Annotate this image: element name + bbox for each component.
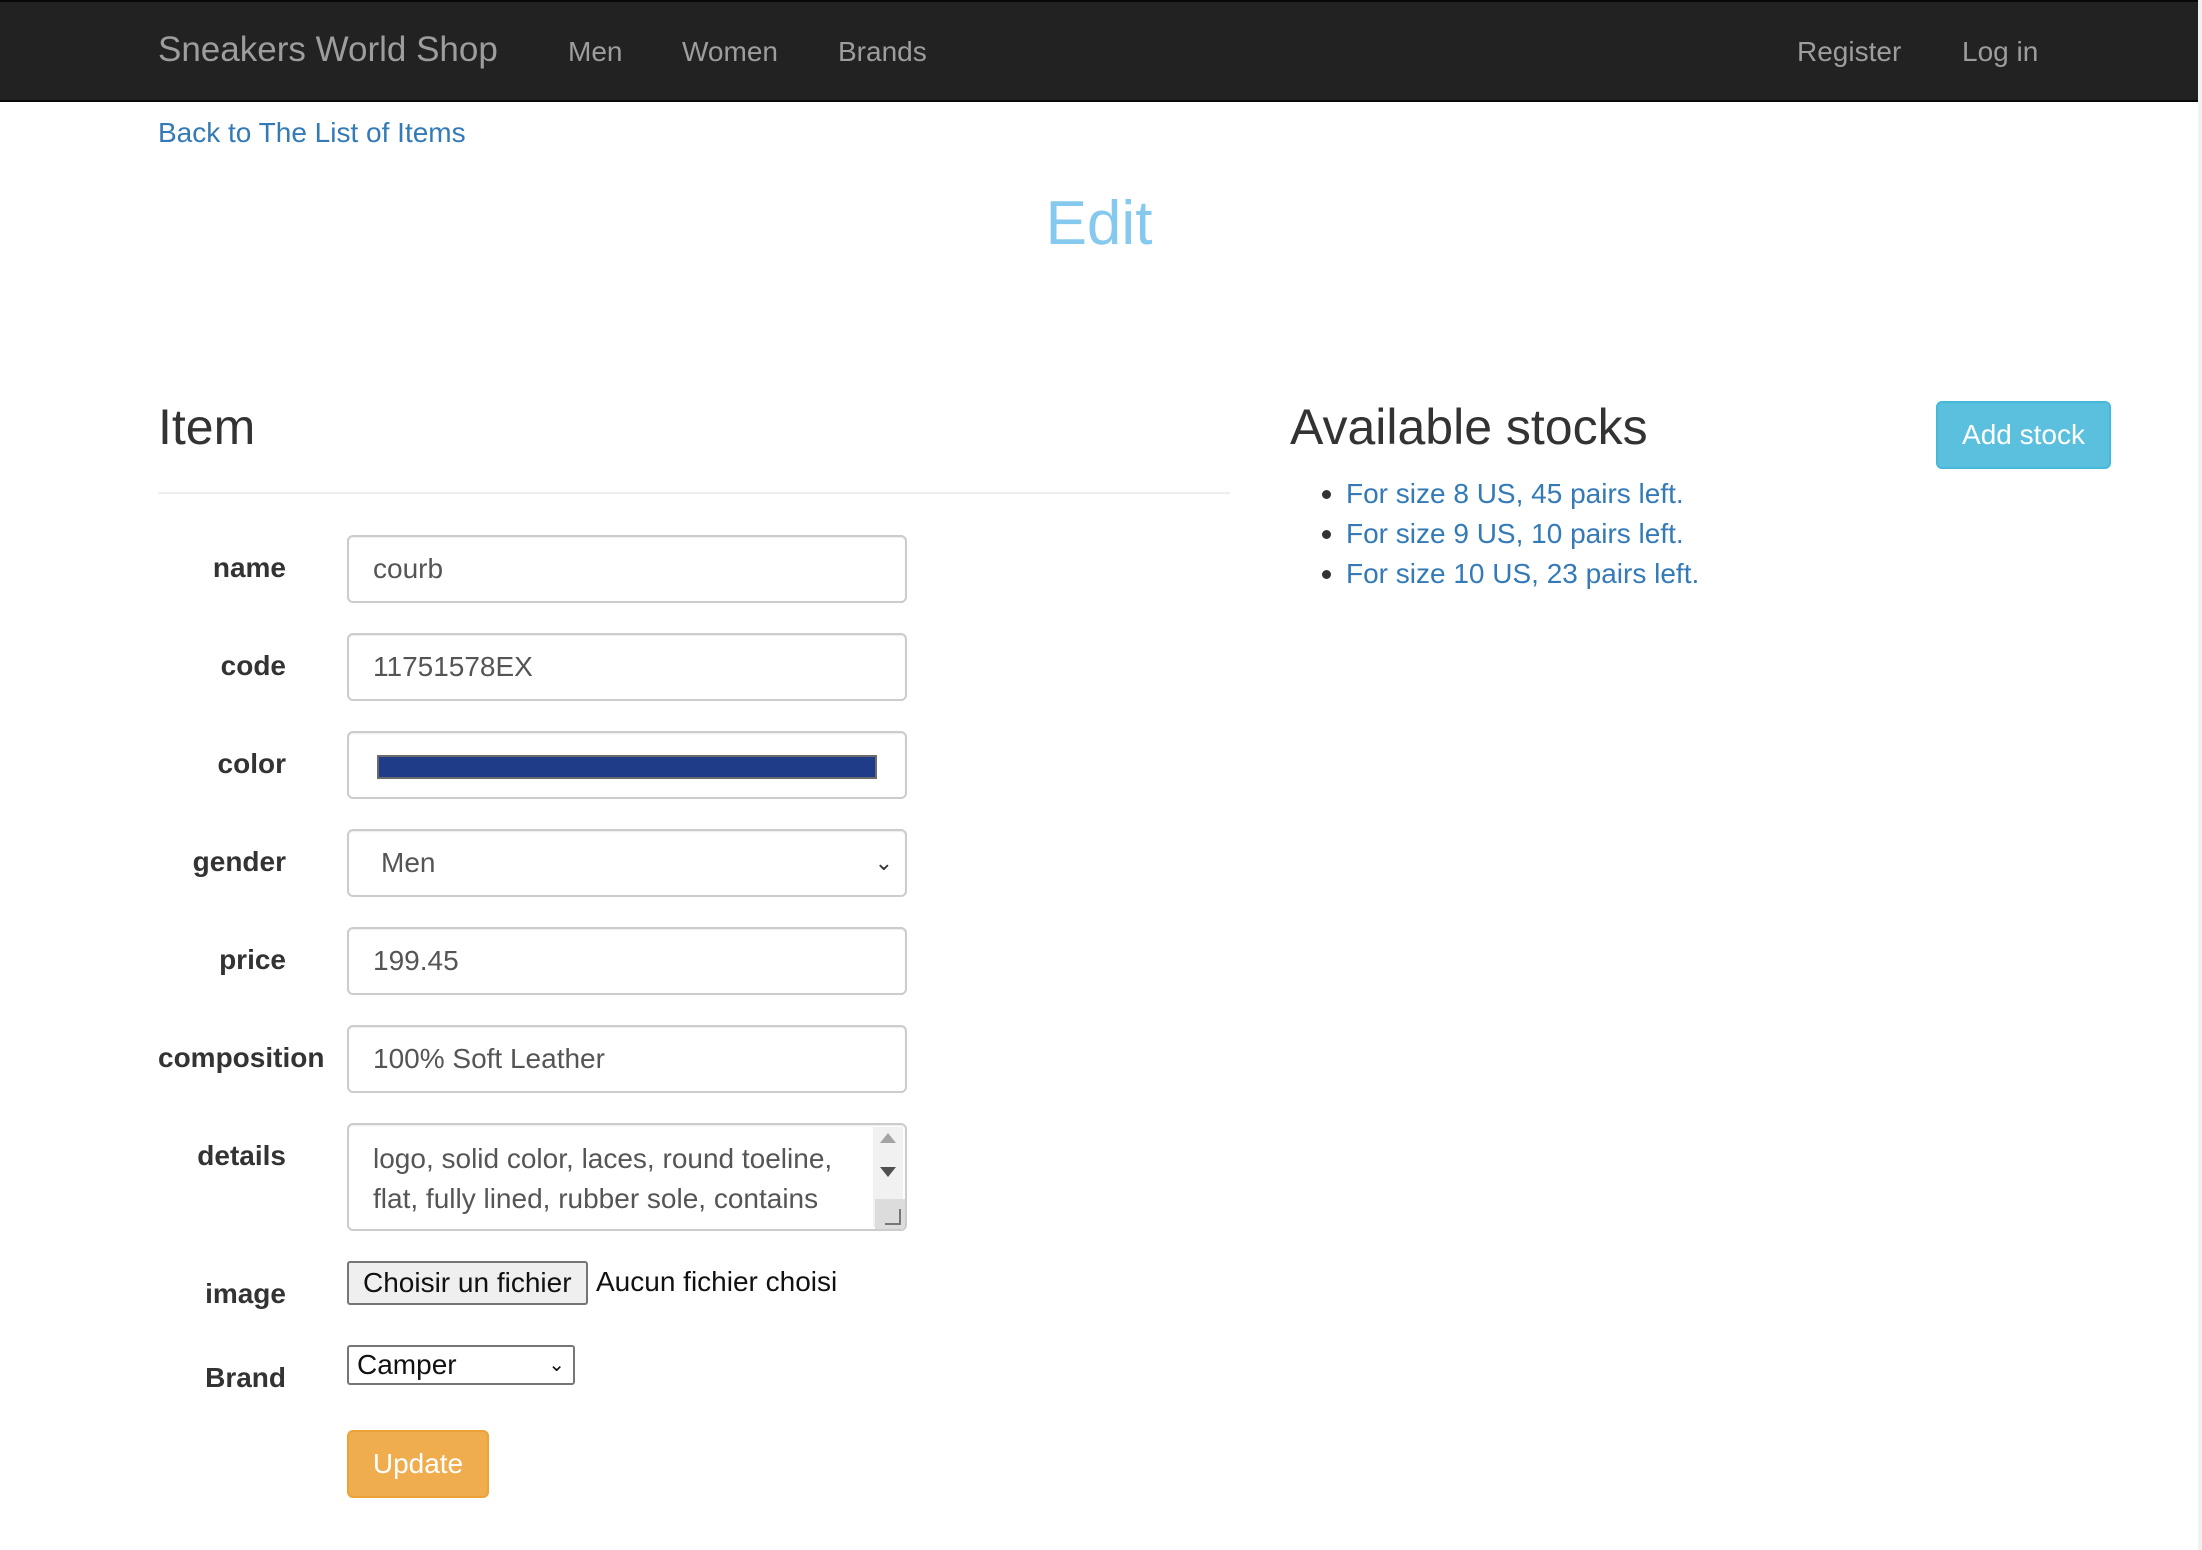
color-label: color [217,748,286,779]
page-title: Edit [1045,189,1153,258]
stock-link[interactable]: For size 9 US, 10 pairs left. [1346,518,1684,549]
stock-link[interactable]: For size 10 US, 23 pairs left. [1346,558,1699,589]
navbar: Sneakers World Shop Men Women Brands Reg… [0,0,2198,102]
nav-link-register[interactable]: Register [1797,36,1901,68]
resize-grip-icon[interactable] [875,1199,905,1229]
details-textarea[interactable]: logo, solid color, laces, round toeline,… [347,1123,907,1231]
details-label: details [197,1140,286,1171]
nav-link-men[interactable]: Men [568,36,622,68]
image-label: image [205,1278,286,1309]
price-field[interactable]: 199.45 [347,927,907,995]
color-swatch [377,755,877,779]
chevron-down-icon: ⌄ [874,850,893,875]
code-label: code [220,650,286,681]
gender-select[interactable]: Men ⌄ [347,829,907,897]
scroll-up-icon[interactable] [880,1133,896,1143]
bullet [1322,570,1331,579]
bullet [1322,530,1331,539]
stock-link[interactable]: For size 8 US, 45 pairs left. [1346,478,1684,509]
details-line: logo, solid color, laces, round toeline, [373,1143,833,1174]
stock-list: For size 8 US, 45 pairs left. For size 9… [1322,474,1699,594]
brand-label: Brand [205,1362,286,1393]
file-status: Aucun fichier choisi [596,1266,838,1297]
page: Sneakers World Shop Men Women Brands Reg… [0,0,2202,1550]
color-picker[interactable] [347,731,907,799]
scroll-down-icon[interactable] [880,1167,896,1177]
stocks-heading: Available stocks [1290,399,1648,455]
name-field[interactable]: courb [347,535,907,603]
chevron-down-icon: ⌄ [548,1354,565,1376]
nav-link-login[interactable]: Log in [1962,36,2038,68]
brand-select[interactable]: Camper ⌄ [347,1345,575,1385]
navbar-brand[interactable]: Sneakers World Shop [158,30,498,70]
composition-field[interactable]: 100% Soft Leather [347,1025,907,1093]
list-item: For size 10 US, 23 pairs left. [1322,554,1699,594]
brand-selected-value: Camper [357,1349,457,1380]
add-stock-button[interactable]: Add stock [1936,401,2111,469]
composition-label: composition [158,1042,325,1073]
list-item: For size 8 US, 45 pairs left. [1322,474,1699,514]
back-to-list-link[interactable]: Back to The List of Items [158,117,466,149]
price-label: price [219,944,286,975]
gender-label: gender [192,846,286,877]
update-button[interactable]: Update [347,1430,489,1498]
name-label: name [212,552,286,583]
details-line: flat, fully lined, rubber sole, contains [373,1183,819,1214]
page-scrollbar[interactable] [2198,0,2202,1550]
bullet [1322,490,1331,499]
nav-link-women[interactable]: Women [682,36,778,68]
choose-file-button[interactable]: Choisir un fichier [347,1261,588,1305]
divider [158,492,1230,494]
list-item: For size 9 US, 10 pairs left. [1322,514,1699,554]
gender-selected-value: Men [381,847,436,878]
code-field[interactable]: 11751578EX [347,633,907,701]
item-heading: Item [158,399,256,455]
nav-link-brands[interactable]: Brands [838,36,927,68]
